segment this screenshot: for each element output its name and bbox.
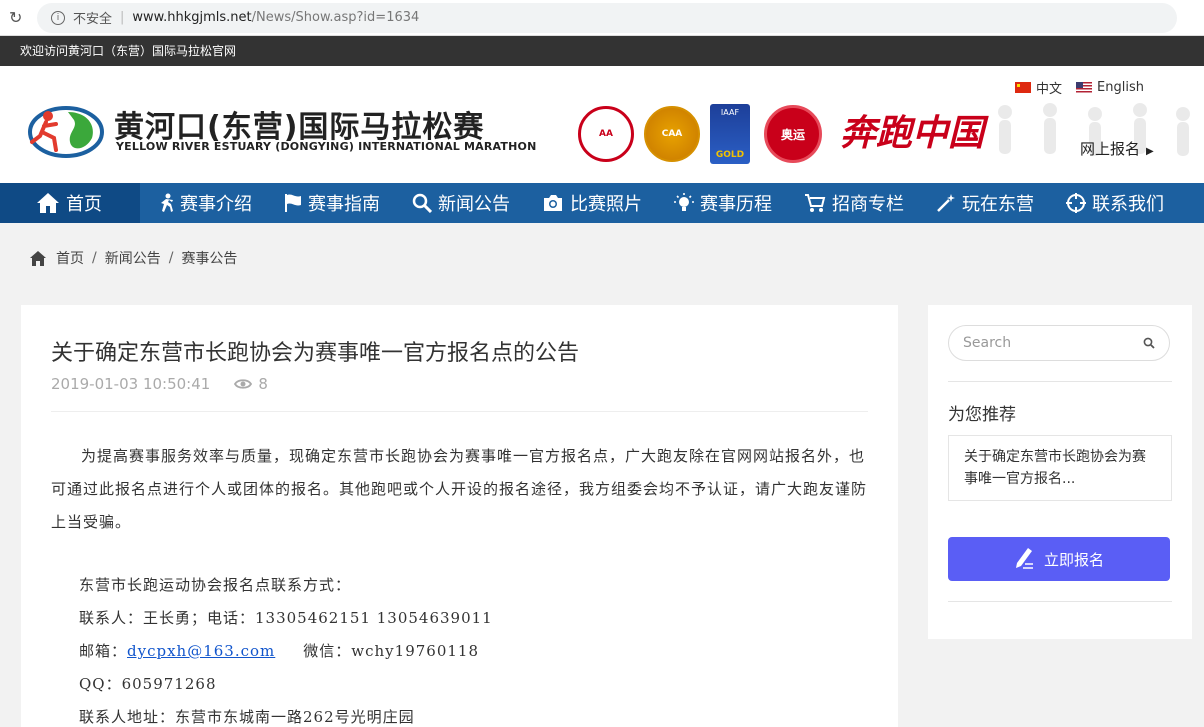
- search-placeholder: Search: [963, 335, 1012, 351]
- olympic-run-badge: 奥运: [764, 105, 822, 163]
- security-label: 不安全: [73, 12, 113, 27]
- nav-home-label: 首页: [66, 194, 102, 215]
- article-body: 为提高赛事服务效率与质量，现确定东营市长跑协会为赛事唯一官方报名点，广大跑友除在…: [51, 440, 868, 727]
- nav-dongying-fun-label: 玩在东营: [962, 194, 1034, 215]
- sponsor-badges: AA CAA IAAF GOLD 奥运: [578, 104, 832, 164]
- search-icon[interactable]: [1143, 337, 1155, 349]
- sidebar-divider: [948, 381, 1172, 382]
- contact-heading: 东营市长跑运动协会报名点联系方式：: [79, 576, 352, 594]
- wechat-text: 微信：wchy19760118: [303, 642, 480, 660]
- nav-news-label: 新闻公告: [438, 194, 510, 215]
- nav-event-intro[interactable]: 赛事介绍: [140, 183, 268, 223]
- magic-wand-icon: [936, 193, 956, 213]
- url-field[interactable]: i 不安全 | www.hhkgjmls.net /News/Show.asp?…: [37, 2, 1177, 33]
- nav-history[interactable]: 赛事历程: [658, 183, 788, 223]
- recommend-item[interactable]: 关于确定东营市长跑协会为赛事唯一官方报名...: [948, 435, 1172, 501]
- badge-run-text: 奥运: [780, 127, 805, 142]
- badge-iaaf-text: IAAF: [720, 108, 740, 117]
- breadcrumb-home[interactable]: 首页: [56, 248, 84, 268]
- contact-email-line: 邮箱：dycpxh@163.com 微信：wchy19760118: [51, 635, 868, 668]
- nav-photos-label: 比赛照片: [570, 194, 642, 215]
- flag-icon: [284, 193, 302, 213]
- recommend-title: 为您推荐: [948, 405, 1016, 425]
- article-views: 8: [258, 375, 268, 393]
- welcome-text: 欢迎访问黄河口（东营）国际马拉松官网: [20, 44, 237, 58]
- crosshair-icon: [1066, 193, 1086, 213]
- nav-contact[interactable]: 联系我们: [1050, 183, 1180, 223]
- nav-event-intro-label: 赛事介绍: [180, 194, 252, 215]
- cart-icon: [804, 193, 826, 213]
- url-separator: |: [120, 10, 125, 25]
- reload-icon[interactable]: ↻: [9, 8, 29, 27]
- nav-dongying-fun[interactable]: 玩在东营: [920, 183, 1050, 223]
- contact-qq: QQ：605971268: [79, 675, 217, 693]
- article-date: 2019-01-03 10:50:41: [51, 375, 211, 393]
- url-path: /News/Show.asp?id=1634: [251, 10, 420, 25]
- online-signup-label: 网上报名: [1080, 140, 1141, 158]
- athletics-association-badge: AA: [578, 106, 634, 162]
- eye-icon: [234, 378, 253, 390]
- badge-caa-text: CAA: [661, 129, 683, 139]
- lang-chinese-label: 中文: [1036, 82, 1063, 97]
- nav-contact-label: 联系我们: [1092, 194, 1164, 215]
- online-signup-link[interactable]: 网上报名 ▶: [1080, 138, 1154, 159]
- search-input[interactable]: Search: [948, 325, 1170, 361]
- breadcrumb-separator: /: [92, 250, 97, 266]
- runner-icon: [156, 193, 174, 213]
- sidebar-divider: [948, 601, 1172, 602]
- nav-sponsorship-label: 招商专栏: [832, 194, 904, 215]
- contact-person: 联系人：王长勇；电话：13305462151 13054639011: [79, 609, 493, 627]
- main-nav: 首页 赛事介绍 赛事指南 新闻公告 比赛照片 赛事历程 招商专栏 玩在东营 联系…: [0, 183, 1204, 223]
- china-flag-icon: [1015, 82, 1032, 93]
- nav-event-guide[interactable]: 赛事指南: [268, 183, 396, 223]
- breadcrumb-event-notice[interactable]: 赛事公告: [181, 248, 237, 268]
- pen-icon: [1014, 547, 1034, 571]
- article-paragraph: 为提高赛事服务效率与质量，现确定东营市长跑协会为赛事唯一官方报名点，广大跑友除在…: [51, 447, 868, 531]
- logo-english-title: YELLOW RIVER ESTUARY (DONGYING) INTERNAT…: [116, 140, 537, 153]
- article-panel: 关于确定东营市长跑协会为赛事唯一官方报名点的公告 2019-01-03 10:5…: [21, 305, 898, 727]
- lang-english-label: English: [1097, 80, 1144, 95]
- article-meta: 2019-01-03 10:50:41 8: [51, 375, 868, 412]
- lang-chinese[interactable]: 中文: [1015, 78, 1062, 97]
- email-link[interactable]: dycpxh@163.com: [127, 642, 275, 660]
- home-icon: [36, 192, 60, 214]
- url-host: www.hhkgjmls.net: [132, 10, 252, 25]
- breadcrumb: 首页 / 新闻公告 / 赛事公告: [30, 248, 237, 268]
- caa-gold-badge: CAA: [644, 106, 700, 162]
- badge-aa-text: AA: [599, 129, 613, 139]
- welcome-strip: 欢迎访问黄河口（东营）国际马拉松官网: [0, 36, 1204, 66]
- email-label: 邮箱：: [79, 642, 128, 660]
- browser-address-bar: ↻ i 不安全 | www.hhkgjmls.net /News/Show.as…: [0, 0, 1204, 36]
- iaaf-gold-label-badge: IAAF GOLD: [710, 104, 750, 164]
- breadcrumb-separator: /: [168, 250, 174, 266]
- article-title: 关于确定东营市长跑协会为赛事唯一官方报名点的公告: [51, 341, 580, 366]
- contact-address: 联系人地址：东营市东城南一路262号光明庄园: [79, 708, 415, 726]
- site-header: 黄河口(东营)国际马拉松赛 YELLOW RIVER ESTUARY (DONG…: [0, 66, 1204, 183]
- sidebar: Search 为您推荐 关于确定东营市长跑协会为赛事唯一官方报名... 立即报名: [928, 305, 1192, 639]
- lang-english[interactable]: English: [1076, 78, 1144, 97]
- badge-iaaf-gold-text: GOLD: [715, 150, 745, 160]
- nav-home[interactable]: 首页: [0, 183, 140, 223]
- triangle-right-icon: ▶: [1146, 146, 1154, 157]
- language-switcher: 中文 English: [1001, 78, 1144, 97]
- register-now-button[interactable]: 立即报名: [948, 537, 1170, 581]
- lightbulb-icon: [674, 193, 694, 213]
- home-icon: [30, 250, 46, 266]
- nav-history-label: 赛事历程: [700, 194, 772, 215]
- nav-sponsorship[interactable]: 招商专栏: [788, 183, 920, 223]
- breadcrumb-news[interactable]: 新闻公告: [105, 248, 161, 268]
- search-icon: [412, 193, 432, 213]
- nav-event-guide-label: 赛事指南: [308, 194, 380, 215]
- nav-photos[interactable]: 比赛照片: [526, 183, 658, 223]
- register-now-label: 立即报名: [1043, 550, 1104, 569]
- run-china-slogan: 奔跑中国: [840, 112, 985, 154]
- nav-news[interactable]: 新闻公告: [396, 183, 526, 223]
- marathon-logo-icon[interactable]: [26, 102, 106, 160]
- us-flag-icon: [1076, 82, 1093, 93]
- info-icon[interactable]: i: [51, 10, 65, 25]
- camera-icon: [542, 194, 564, 212]
